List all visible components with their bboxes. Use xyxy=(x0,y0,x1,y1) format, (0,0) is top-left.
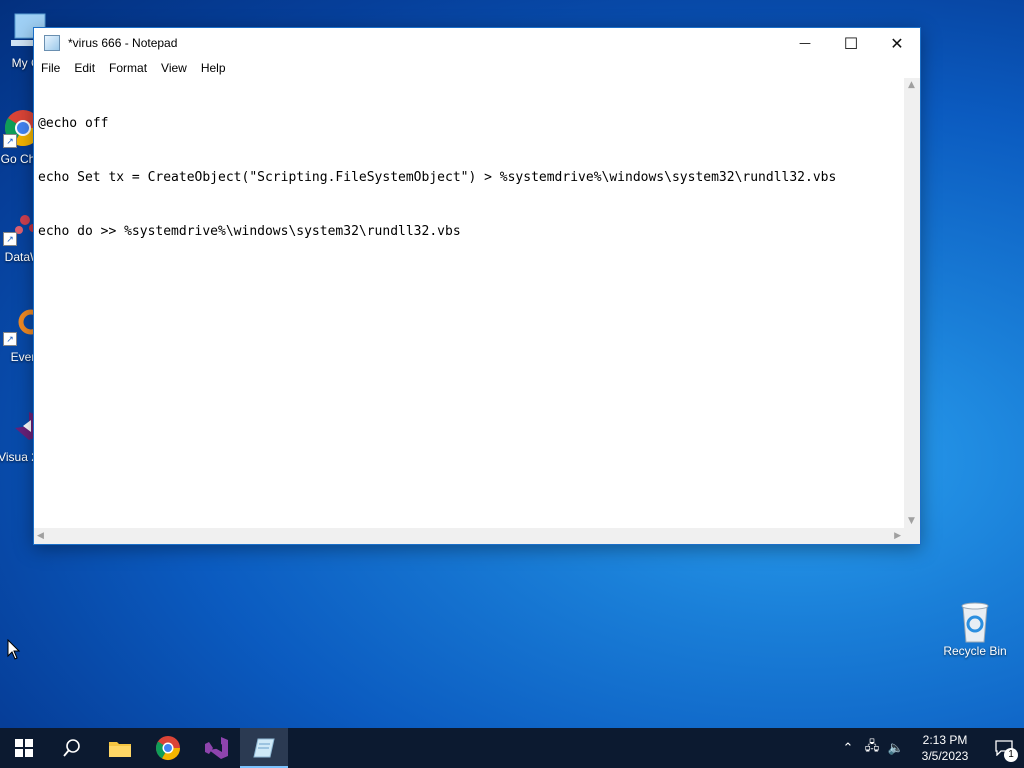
notepad-window[interactable]: *virus 666 - Notepad — ☐ ✕ File Edit For… xyxy=(33,27,921,545)
title-bar[interactable]: *virus 666 - Notepad — ☐ ✕ xyxy=(34,28,920,58)
shortcut-arrow-icon: ↗ xyxy=(3,232,17,246)
editor-line: echo do >> %systemdrive%\windows\system3… xyxy=(38,224,461,239)
clock[interactable]: 2:13 PM 3/5/2023 xyxy=(916,732,974,764)
taskbar: ⌃ 🖧 🔈 2:13 PM 3/5/2023 1 xyxy=(0,728,1024,768)
scroll-left-icon[interactable]: ◀ xyxy=(37,531,44,541)
window-title: *virus 666 - Notepad xyxy=(68,36,178,50)
notepad-icon xyxy=(44,35,60,51)
taskbar-notepad[interactable] xyxy=(240,728,288,768)
scroll-right-icon[interactable]: ▶ xyxy=(894,531,901,541)
scroll-up-icon[interactable]: ▲ xyxy=(908,80,915,90)
folder-icon xyxy=(109,742,131,757)
chevron-up-icon[interactable]: ⌃ xyxy=(836,741,860,756)
menu-bar: File Edit Format View Help xyxy=(34,58,920,78)
menu-view[interactable]: View xyxy=(154,61,194,75)
taskbar-chrome[interactable] xyxy=(144,728,192,768)
volume-icon[interactable]: 🔈 xyxy=(884,741,908,756)
menu-file[interactable]: File xyxy=(34,61,67,75)
system-tray: ⌃ 🖧 🔈 2:13 PM 3/5/2023 1 xyxy=(836,728,1024,768)
minimize-icon: — xyxy=(799,36,811,50)
horizontal-scrollbar[interactable]: ◀ ▶ xyxy=(34,528,904,544)
action-center-button[interactable]: 1 xyxy=(984,728,1024,768)
recycle-bin-icon xyxy=(955,600,995,643)
editor-line: @echo off xyxy=(38,116,109,131)
menu-format[interactable]: Format xyxy=(102,61,154,75)
clock-date: 3/5/2023 xyxy=(921,749,969,763)
start-button[interactable] xyxy=(0,728,48,768)
scroll-down-icon[interactable]: ▼ xyxy=(908,516,915,526)
desktop-icon-recycle-bin[interactable]: Recycle Bin xyxy=(940,600,1010,658)
search-button[interactable] xyxy=(48,728,96,768)
windows-logo-icon xyxy=(15,739,33,757)
text-editor[interactable]: @echo off echo Set tx = CreateObject("Sc… xyxy=(34,78,904,528)
shortcut-arrow-icon: ↗ xyxy=(3,332,17,346)
search-icon xyxy=(63,739,80,757)
desktop-icon-label: Recycle Bin xyxy=(943,644,1007,658)
menu-edit[interactable]: Edit xyxy=(67,61,102,75)
chrome-icon xyxy=(156,736,180,761)
maximize-button[interactable]: ☐ xyxy=(828,28,874,58)
notification-badge: 1 xyxy=(1004,748,1018,762)
resize-grip[interactable] xyxy=(904,528,920,544)
maximize-icon: ☐ xyxy=(843,33,859,53)
vertical-scrollbar[interactable]: ▲ ▼ xyxy=(904,78,920,528)
clock-time: 2:13 PM xyxy=(922,733,968,747)
close-icon: ✕ xyxy=(890,33,904,53)
mouse-cursor-icon xyxy=(7,638,21,666)
editor-line: echo Set tx = CreateObject("Scripting.Fi… xyxy=(38,170,837,185)
notepad-icon xyxy=(253,738,275,758)
minimize-button[interactable]: — xyxy=(782,28,828,58)
taskbar-file-explorer[interactable] xyxy=(96,728,144,768)
taskbar-visual-studio[interactable] xyxy=(192,728,240,768)
close-button[interactable]: ✕ xyxy=(874,28,920,58)
visual-studio-icon xyxy=(205,737,228,759)
network-icon[interactable]: 🖧 xyxy=(860,737,884,759)
menu-help[interactable]: Help xyxy=(194,61,233,75)
shortcut-arrow-icon: ↗ xyxy=(3,134,17,148)
